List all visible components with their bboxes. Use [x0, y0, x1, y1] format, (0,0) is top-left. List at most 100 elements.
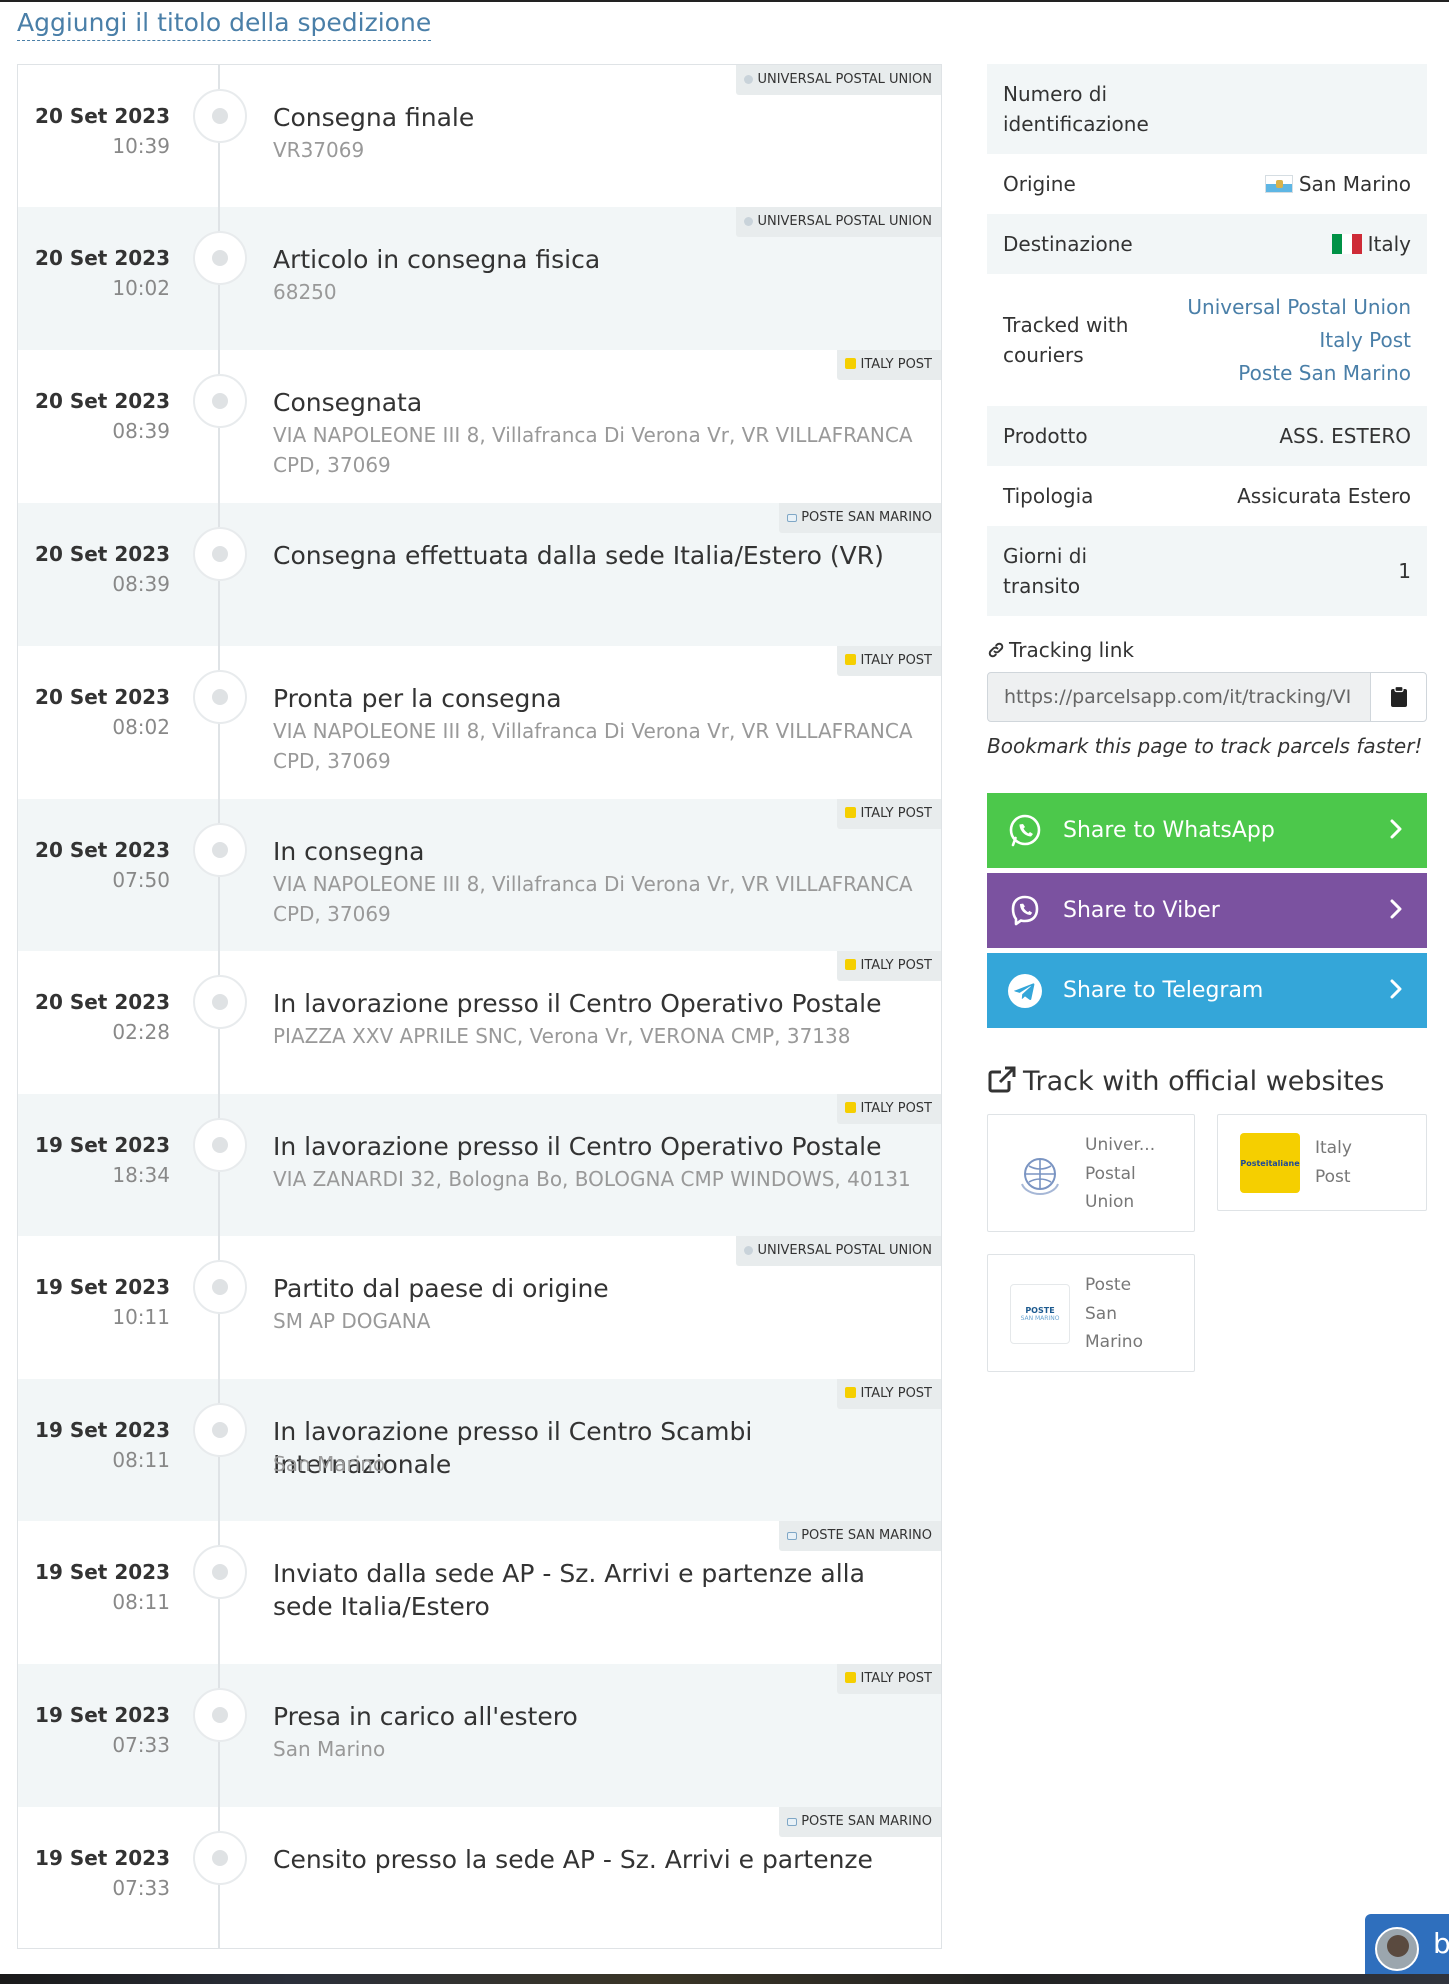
timeline-dot — [193, 527, 247, 581]
timeline-dot — [193, 89, 247, 143]
transit-value: 1 — [1398, 559, 1411, 583]
viber-icon — [1011, 895, 1039, 925]
event-title: Presa in carico all'estero — [273, 1702, 578, 1731]
tracking-url-input[interactable] — [987, 672, 1371, 722]
type-label: Tipologia — [1003, 484, 1094, 508]
tracked-couriers: Universal Postal Union Italy Post Poste … — [1187, 291, 1411, 390]
event-time: 08:11 — [112, 1590, 170, 1614]
telegram-icon — [1008, 973, 1042, 1008]
courier-link-italy-post[interactable]: Italy Post — [1187, 324, 1411, 357]
event-date: 19 Set 2023 — [35, 1560, 170, 1584]
event-title: Inviato dalla sede AP - Sz. Arrivi e par… — [273, 1559, 865, 1621]
info-row-destination: Destinazione Italy — [987, 214, 1427, 274]
italy-post-icon — [845, 1102, 857, 1113]
event-time: 18:34 — [112, 1163, 170, 1187]
poste-san-marino-icon — [787, 1818, 798, 1826]
info-row-transit: Giorni di transito 1 — [987, 526, 1427, 616]
event-time: 10:39 — [112, 134, 170, 158]
timeline-event: UNIVERSAL POSTAL UNION 20 Set 2023 10:02… — [18, 207, 941, 350]
italy-post-icon — [845, 654, 857, 665]
timeline-dot — [193, 823, 247, 877]
event-date: 20 Set 2023 — [35, 542, 170, 566]
italy-post-icon — [845, 358, 857, 369]
whatsapp-icon — [1009, 814, 1041, 846]
event-date: 19 Set 2023 — [35, 1275, 170, 1299]
event-title: In consegna — [273, 837, 425, 866]
upu-icon — [744, 75, 754, 84]
event-location: VIA NAPOLEONE III 8, Villafranca Di Vero… — [273, 719, 913, 773]
italy-post-icon — [845, 1672, 857, 1683]
italy-post-icon — [845, 1387, 857, 1398]
event-location: VIA ZANARDI 32, Bologna Bo, BOLOGNA CMP … — [273, 1167, 911, 1191]
share-viber-button[interactable]: Share to Viber — [987, 873, 1427, 948]
timeline-event: POSTE SAN MARINO 19 Set 2023 07:33 Censi… — [18, 1807, 941, 1948]
poste-san-marino-icon — [787, 1532, 798, 1540]
product-value: ASS. ESTERO — [1279, 424, 1411, 448]
timeline-dot — [193, 231, 247, 285]
timeline-event: UNIVERSAL POSTAL UNION 20 Set 2023 10:39… — [18, 65, 941, 207]
courier-badge: ITALY POST — [837, 646, 941, 676]
info-row-id: Numero di identificazione — [987, 64, 1427, 154]
event-date: 20 Set 2023 — [35, 685, 170, 709]
origin-value: San Marino — [1264, 169, 1411, 199]
shipment-info-table: Numero di identificazione Origine San Ma… — [987, 64, 1427, 616]
courier-badge: ITALY POST — [837, 799, 941, 829]
share-telegram-button[interactable]: Share to Telegram — [987, 953, 1427, 1028]
official-site-card-upu[interactable]: Univer... Postal Union — [987, 1114, 1195, 1232]
timeline-event: ITALY POST 19 Set 2023 07:33 Presa in ca… — [18, 1664, 941, 1807]
event-date: 20 Set 2023 — [35, 389, 170, 413]
courier-badge: ITALY POST — [837, 1094, 941, 1124]
timeline-dot — [193, 374, 247, 428]
italy-post-icon — [845, 807, 857, 818]
event-location: SM AP DOGANA — [273, 1309, 431, 1333]
poste-italiane-logo: Posteitaliane — [1240, 1133, 1300, 1193]
event-title: Censito presso la sede AP - Sz. Arrivi e… — [273, 1845, 873, 1874]
add-shipment-title-link[interactable]: Aggiungi il titolo della spedizione — [17, 6, 432, 41]
type-value: Assicurata Estero — [1237, 484, 1411, 508]
info-row-product: Prodotto ASS. ESTERO — [987, 406, 1427, 466]
event-date: 19 Set 2023 — [35, 1418, 170, 1442]
event-title: Consegna effettuata dalla sede Italia/Es… — [273, 541, 884, 570]
upu-emblem-icon — [1021, 1158, 1059, 1196]
courier-badge: UNIVERSAL POSTAL UNION — [736, 1236, 941, 1266]
id-label: Numero di identificazione — [1003, 82, 1149, 136]
event-location: San Marino — [273, 1737, 386, 1761]
event-time: 07:33 — [112, 1733, 170, 1757]
event-date: 20 Set 2023 — [35, 990, 170, 1014]
timeline-dot — [193, 1118, 247, 1172]
courier-link-upu[interactable]: Universal Postal Union — [1187, 291, 1411, 324]
event-date: 19 Set 2023 — [35, 1133, 170, 1157]
event-title: Consegnata — [273, 388, 423, 417]
event-title: Partito dal paese di origine — [273, 1274, 609, 1303]
event-location: San Marino — [273, 1452, 386, 1476]
event-time: 07:33 — [112, 1876, 170, 1900]
courier-badge: ITALY POST — [837, 1664, 941, 1694]
copy-link-button[interactable] — [1370, 672, 1427, 722]
event-date: 20 Set 2023 — [35, 838, 170, 862]
card-name: Univer... Postal Union — [1085, 1135, 1156, 1212]
official-site-card-poste-san-marino[interactable]: POSTE SAN MARINO Poste San Marino — [987, 1254, 1195, 1372]
event-title: Consegna finale — [273, 103, 475, 132]
chat-widget-button[interactable]: b — [1365, 1914, 1449, 1976]
share-whatsapp-button[interactable]: Share to WhatsApp — [987, 793, 1427, 868]
courier-badge: UNIVERSAL POSTAL UNION — [736, 65, 941, 95]
san-marino-flag-icon — [1264, 175, 1293, 193]
courier-link-poste-san-marino[interactable]: Poste San Marino — [1187, 357, 1411, 390]
event-location: VR37069 — [273, 138, 365, 162]
tracked-label: Tracked with couriers — [1003, 313, 1129, 367]
event-title: In lavorazione presso il Centro Operativ… — [273, 989, 882, 1018]
timeline-dot — [193, 1545, 247, 1599]
event-location: PIAZZA XXV APRILE SNC, Verona Vr, VERONA… — [273, 1024, 851, 1048]
transit-label: Giorni di transito — [1003, 544, 1088, 598]
avatar — [1375, 1927, 1419, 1971]
destination-label: Destinazione — [1003, 232, 1133, 256]
chevron-right-icon — [1390, 819, 1402, 839]
official-site-card-italy-post[interactable]: Posteitaliane Italy Post — [1217, 1114, 1427, 1211]
event-title: Pronta per la consegna — [273, 684, 562, 713]
event-date: 20 Set 2023 — [35, 104, 170, 128]
link-icon — [988, 642, 1004, 658]
product-label: Prodotto — [1003, 424, 1088, 448]
courier-badge: ITALY POST — [837, 350, 941, 380]
timeline-event: UNIVERSAL POSTAL UNION 19 Set 2023 10:11… — [18, 1236, 941, 1379]
courier-badge: POSTE SAN MARINO — [779, 503, 941, 533]
